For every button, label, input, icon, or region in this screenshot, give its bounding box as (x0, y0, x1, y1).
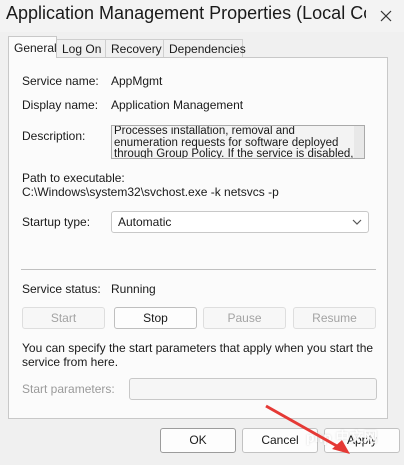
pause-button[interactable]: Pause (203, 307, 286, 329)
tab-log-on[interactable]: Log On (56, 39, 106, 57)
general-tab-panel: Service name: AppMgmt Display name: Appl… (8, 57, 388, 419)
start-parameters-label: Start parameters: (22, 382, 115, 396)
tab-dependencies[interactable]: Dependencies (163, 39, 246, 57)
description-label: Description: (22, 129, 86, 143)
help-text: You can specify the start parameters tha… (22, 341, 374, 369)
divider (21, 269, 376, 270)
tab-recovery[interactable]: Recovery (105, 39, 164, 57)
startup-type-label: Startup type: (22, 215, 91, 229)
title-bar: Application Management Properties (Local… (0, 0, 404, 32)
startup-type-select[interactable]: Automatic (111, 211, 369, 233)
startup-type-value: Automatic (118, 215, 172, 229)
stop-button[interactable]: Stop (114, 307, 197, 329)
apply-button[interactable]: Apply (324, 428, 400, 453)
service-name-value: AppMgmt (111, 74, 163, 88)
window-title: Application Management Properties (Local… (6, 3, 366, 23)
service-status-value: Running (111, 282, 156, 296)
ok-button[interactable]: OK (160, 428, 236, 453)
chevron-down-icon (352, 219, 362, 225)
start-button[interactable]: Start (22, 307, 105, 329)
close-icon (380, 10, 392, 22)
resume-button[interactable]: Resume (293, 307, 376, 329)
path-value: C:\Windows\system32\svchost.exe -k netsv… (22, 185, 279, 199)
tab-general[interactable]: General (8, 36, 57, 58)
description-box[interactable]: Processes installation, removal and enum… (111, 125, 365, 159)
description-scrollbar[interactable] (354, 126, 364, 158)
description-text: Processes installation, removal and enum… (114, 125, 354, 159)
service-name-label: Service name: (22, 74, 99, 88)
cancel-button[interactable]: Cancel (242, 428, 318, 453)
path-label: Path to executable: (22, 171, 125, 185)
display-name-label: Display name: (22, 98, 99, 112)
service-status-label: Service status: (22, 282, 101, 296)
start-parameters-input (129, 378, 377, 400)
close-button[interactable] (376, 6, 396, 26)
display-name-value: Application Management (111, 98, 244, 112)
